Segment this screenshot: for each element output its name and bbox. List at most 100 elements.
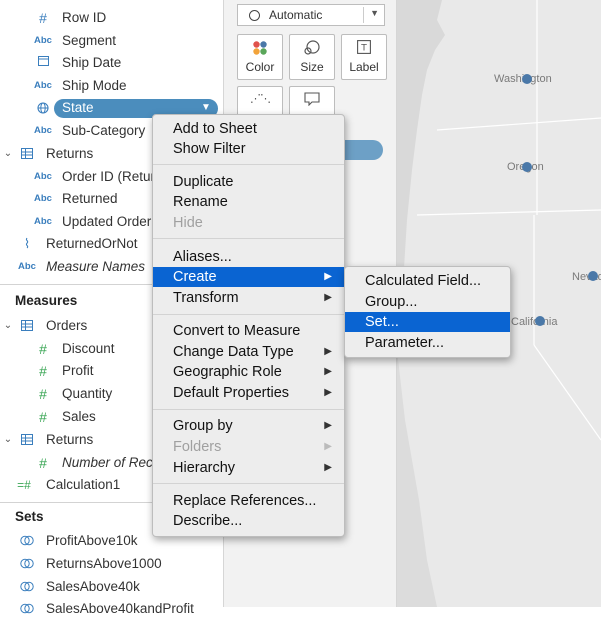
table-icon [19,315,35,339]
chevron-right-icon: ▶ [324,420,332,431]
number-icon: # [39,363,47,379]
menu-item-create[interactable]: Create ▶ [153,267,344,287]
field-label: Measure Names [46,259,146,274]
detail-icon: ⋰⋱ [250,93,271,105]
color-button[interactable]: Color [237,34,283,80]
field-label: Sales [62,409,96,424]
submenu-item-calculated-field[interactable]: Calculated Field... [345,271,510,291]
tooltip-icon [290,92,334,110]
field-label: Ship Mode [62,78,127,93]
menu-item-rename[interactable]: Rename [153,192,344,212]
abc-icon: Abc [34,125,52,136]
mark-type-label: Automatic [269,8,323,22]
number-icon: # [39,409,47,425]
set-icon [19,598,35,620]
field-context-menu: Add to Sheet Show Filter Duplicate Renam… [152,114,345,537]
set-icon [19,553,35,577]
field-label: Profit [62,363,94,378]
field-label: Quantity [62,386,113,401]
chevron-down-icon[interactable]: ⌄ [2,429,14,451]
field-label: ReturnedOrNot [46,236,138,251]
field-label: SalesAbove40k [46,579,140,594]
field-label: ProfitAbove10k [46,533,138,548]
color-icon [238,40,282,60]
label-button[interactable]: T Label [341,34,387,80]
chevron-right-icon: ▶ [324,387,332,398]
menu-item-folders: Folders ▶ [173,439,332,455]
field-label: Updated Order [62,214,152,229]
chevron-down-icon[interactable]: ⌄ [2,143,14,165]
table-label: Returns [46,146,94,161]
table-icon [19,143,35,167]
field-label: Returned [62,191,118,206]
calculated-field-icon: =# [17,478,31,492]
map-mark[interactable] [522,74,532,84]
map-mark[interactable] [588,271,598,281]
chevron-down-icon: ▼ [370,8,379,18]
field-label: Calculation1 [46,477,121,492]
field-label: Sub-Category [62,123,146,138]
set-sales-above-40k-and-profit[interactable]: SalesAbove40kandProfit [0,598,223,620]
calendar-icon [35,52,51,74]
number-icon: # [39,10,47,26]
svg-text:T: T [360,44,367,54]
number-icon: # [39,455,47,471]
menu-separator [153,409,344,410]
menu-item-hierarchy[interactable]: Hierarchy ▶ [153,458,344,478]
map-mark[interactable] [535,316,545,326]
globe-icon [35,97,51,122]
field-label: SalesAbove40kandProfit [46,601,194,616]
chevron-right-icon: ▶ [324,346,332,357]
abc-icon: Abc [34,35,52,46]
menu-item-default-properties[interactable]: Default Properties ▶ [153,383,344,403]
detail-button[interactable]: ⋰⋱ [237,86,283,116]
paperclip-icon: ⌇ [23,236,31,251]
label-caption: Label [349,60,379,74]
circle-mark-icon [249,10,260,21]
menu-item-describe[interactable]: Describe... [153,511,344,531]
submenu-item-group[interactable]: Group... [345,292,510,312]
menu-separator [153,238,344,239]
size-label: Size [300,60,324,74]
chevron-right-icon: ▶ [324,292,332,303]
menu-item-change-data-type[interactable]: Change Data Type ▶ [153,342,344,362]
submenu-item-set[interactable]: Set... [345,312,510,332]
abc-icon: Abc [34,171,52,182]
set-icon [19,530,35,554]
menu-item-geographic-role[interactable]: Geographic Role ▶ [153,362,344,382]
field-label: Segment [62,33,117,48]
submenu-item-parameter[interactable]: Parameter... [345,333,510,353]
abc-icon: Abc [34,80,52,91]
abc-icon: Abc [18,261,36,272]
label-icon: T [342,40,386,58]
menu-separator [153,314,344,315]
chevron-right-icon: ▶ [324,462,332,473]
menu-item-transform[interactable]: Transform ▶ [153,288,344,308]
mark-type-dropdown[interactable]: Automatic ▼ [237,4,385,26]
menu-item-duplicate[interactable]: Duplicate [153,172,344,192]
table-icon [19,429,35,453]
field-label: ReturnsAbove1000 [46,556,162,571]
size-button[interactable]: Size [289,34,335,80]
chevron-down-icon[interactable]: ⌄ [2,315,14,337]
abc-icon: Abc [34,216,52,227]
set-icon [19,576,35,600]
tooltip-button[interactable] [289,86,335,116]
menu-item-show-filter[interactable]: Show Filter [153,139,344,159]
chevron-right-icon: ▶ [324,441,332,452]
menu-item-convert-to-measure[interactable]: Convert to Measure [153,321,344,341]
menu-item-add-to-sheet[interactable]: Add to Sheet [153,119,344,139]
number-icon: # [39,341,47,357]
map-mark[interactable] [522,162,532,172]
size-icon [290,40,334,60]
menu-item-hide: Hide [173,215,203,231]
field-label: State [62,100,94,115]
menu-separator [153,483,344,484]
menu-separator [153,164,344,165]
menu-item-group-by[interactable]: Group by ▶ [153,416,344,436]
divider [363,7,364,23]
table-label: Returns [46,432,94,447]
number-icon: # [39,386,47,402]
menu-item-replace-references[interactable]: Replace References... [153,491,344,511]
menu-item-aliases[interactable]: Aliases... [153,247,344,267]
